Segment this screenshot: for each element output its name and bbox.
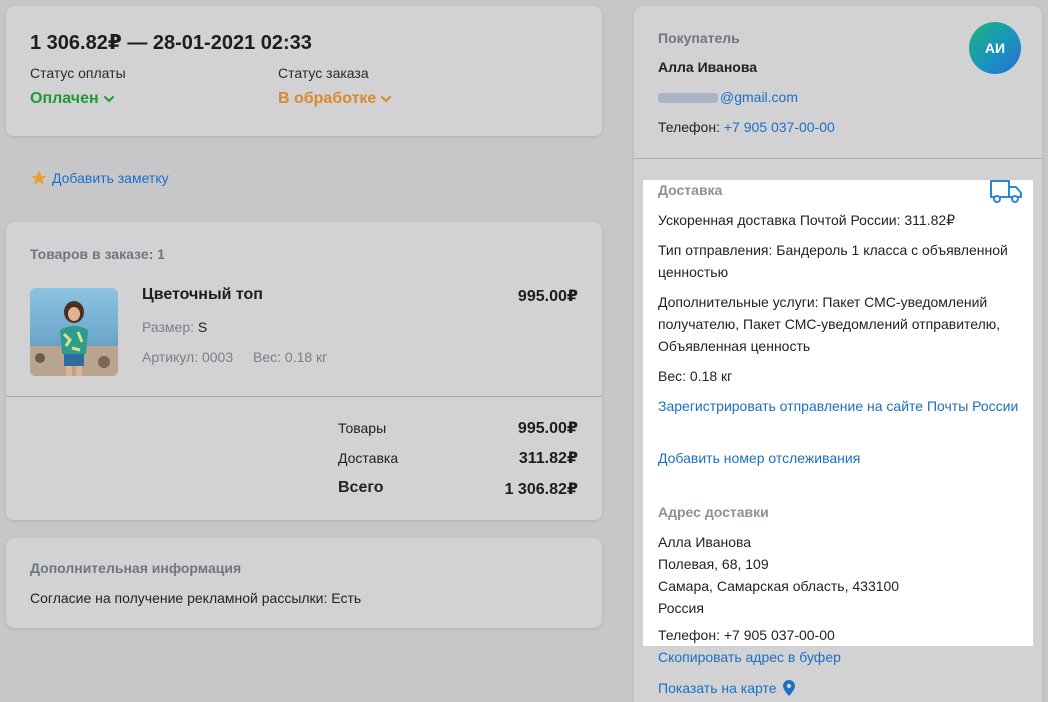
address-country: Россия (658, 600, 704, 616)
address-phone: Телефон: +7 905 037-00-00 (658, 627, 835, 643)
delivery-weight: Вес: 0.18 кг (658, 368, 733, 384)
add-note-link[interactable]: Добавить заметку (30, 169, 169, 187)
delivery-services: Дополнительные услуги: Пакет СМС-уведомл… (658, 294, 1001, 354)
delivery-panel: Доставка Ускоренная доставка Почтой Росс… (643, 180, 1033, 646)
marketing-consent: Согласие на получение рекламной рассылки… (30, 590, 362, 606)
buyer-email[interactable]: @gmail.com (658, 89, 798, 105)
goods-label: Товары (338, 420, 387, 436)
order-status-label: Статус заказа (278, 65, 369, 81)
delivery-method: Ускоренная доставка Почтой России: 311.8… (658, 212, 956, 228)
avatar: АИ (969, 22, 1021, 74)
address-header: Адрес доставки (658, 504, 769, 520)
delivery-header: Доставка (658, 182, 723, 198)
delivery-value: 311.82₽ (518, 450, 578, 467)
register-shipment-link[interactable]: Зарегистрировать отправление на сайте По… (658, 395, 1028, 417)
delivery-type: Тип отправления: Бандероль 1 класса с об… (658, 242, 1008, 280)
product-weight: Вес: 0.18 кг (253, 349, 328, 365)
map-pin-icon (782, 680, 795, 696)
buyer-email-domain: @gmail.com (720, 89, 799, 105)
product-name[interactable]: Цветочный топ (142, 286, 263, 304)
items-count-header: Товаров в заказе: 1 (30, 246, 165, 262)
copy-address-label: Скопировать адрес в буфер (658, 649, 841, 665)
total-label: Всего (338, 479, 384, 496)
star-icon (31, 170, 47, 185)
address-street: Полевая, 68, 109 (658, 556, 769, 572)
show-on-map-label: Показать на карте (658, 680, 777, 696)
payment-status-value: Оплачен (30, 90, 99, 107)
address-city: Самара, Самарская область, 433100 (658, 578, 900, 594)
delivery-label: Доставка (338, 450, 399, 466)
add-tracking-link[interactable]: Добавить номер отслеживания (658, 447, 1028, 469)
add-note-label: Добавить заметку (52, 170, 169, 186)
payment-status-label: Статус оплаты (30, 65, 126, 81)
product-thumbnail[interactable] (30, 288, 118, 376)
buyer-phone-link[interactable]: +7 905 037-00-00 (724, 119, 835, 135)
order-title: 1 306.82₽ — 28-01-2021 02:33 (30, 32, 312, 54)
buyer-phone: Телефон: +7 905 037-00-00 (658, 119, 835, 135)
goods-value: 995.00₽ (517, 420, 578, 437)
customer-divider (634, 158, 1042, 159)
order-status-value: В обработке (278, 90, 377, 107)
chevron-down-icon (103, 96, 114, 103)
truck-icon (990, 180, 1022, 203)
order-items-card: Товаров в заказе: 1 Цветочный топ 995.00… (6, 222, 602, 520)
show-on-map-link[interactable]: Показать на карте (658, 680, 795, 696)
additional-info-card: Дополнительная информация Согласие на по… (6, 538, 602, 628)
product-size: Размер: S (142, 319, 207, 335)
product-sku: Артикул: 0003 (142, 349, 234, 365)
total-value: 1 306.82₽ (504, 481, 578, 498)
chevron-down-icon (381, 96, 392, 103)
product-size-value: S (197, 319, 208, 335)
items-divider (6, 396, 602, 397)
payment-status-dropdown[interactable]: Оплачен (30, 90, 115, 108)
address-name: Алла Иванова (658, 534, 752, 550)
copy-address-link[interactable]: Скопировать адрес в буфер (658, 649, 841, 665)
buyer-header: Покупатель (658, 30, 740, 46)
email-redaction (658, 93, 718, 104)
order-status-dropdown[interactable]: В обработке (278, 90, 392, 108)
buyer-phone-label: Телефон: (658, 119, 720, 135)
product-price: 995.00₽ (517, 288, 578, 305)
buyer-name: Алла Иванова (658, 59, 758, 75)
additional-info-header: Дополнительная информация (30, 560, 242, 576)
product-photo (30, 288, 118, 376)
order-summary-card: 1 306.82₽ — 28-01-2021 02:33 Статус опла… (6, 6, 602, 136)
product-size-label: Размер: (142, 319, 195, 335)
